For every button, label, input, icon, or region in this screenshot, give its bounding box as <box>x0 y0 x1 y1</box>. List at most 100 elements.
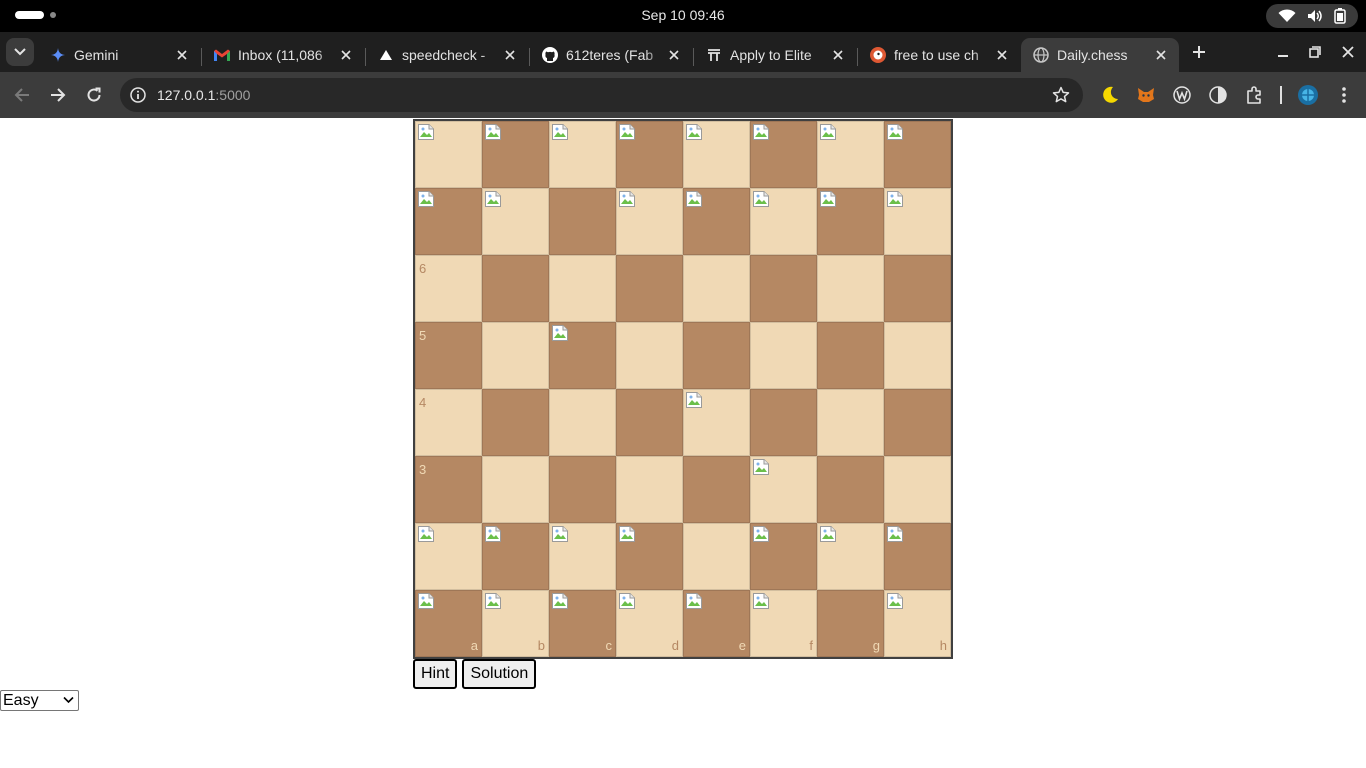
profile-avatar-icon[interactable] <box>1298 85 1318 105</box>
square-b6[interactable] <box>482 255 549 322</box>
metamask-extension-icon[interactable] <box>1136 85 1156 105</box>
square-c8[interactable] <box>549 121 616 188</box>
square-d3[interactable] <box>616 456 683 523</box>
site-info-icon[interactable] <box>128 85 148 105</box>
square-d7[interactable] <box>616 188 683 255</box>
broken-image-icon[interactable] <box>485 191 501 207</box>
broken-image-icon[interactable] <box>485 526 501 542</box>
minimize-button[interactable] <box>1273 42 1293 62</box>
wikiwand-extension-icon[interactable] <box>1172 85 1192 105</box>
square-b1[interactable]: b <box>482 590 549 657</box>
square-g6[interactable] <box>817 255 884 322</box>
square-c6[interactable] <box>549 255 616 322</box>
close-window-button[interactable] <box>1338 42 1358 62</box>
square-a7[interactable] <box>415 188 482 255</box>
broken-image-icon[interactable] <box>619 191 635 207</box>
broken-image-icon[interactable] <box>485 124 501 140</box>
broken-image-icon[interactable] <box>820 191 836 207</box>
broken-image-icon[interactable] <box>619 593 635 609</box>
square-c5[interactable] <box>549 322 616 389</box>
close-icon[interactable] <box>664 45 684 65</box>
square-f7[interactable] <box>750 188 817 255</box>
square-d5[interactable] <box>616 322 683 389</box>
square-b7[interactable] <box>482 188 549 255</box>
square-g7[interactable] <box>817 188 884 255</box>
broken-image-icon[interactable] <box>753 124 769 140</box>
square-h6[interactable] <box>884 255 951 322</box>
square-a4[interactable]: 4 <box>415 389 482 456</box>
solution-button[interactable]: Solution <box>462 659 537 689</box>
dark-mode-extension-icon[interactable] <box>1100 85 1120 105</box>
broken-image-icon[interactable] <box>552 124 568 140</box>
square-e6[interactable] <box>683 255 750 322</box>
broken-image-icon[interactable] <box>887 526 903 542</box>
broken-image-icon[interactable] <box>485 593 501 609</box>
close-icon[interactable] <box>172 45 192 65</box>
broken-image-icon[interactable] <box>753 526 769 542</box>
tab-elite[interactable]: Apply to Elite <box>694 38 856 72</box>
broken-image-icon[interactable] <box>552 526 568 542</box>
broken-image-icon[interactable] <box>887 593 903 609</box>
tab-search-button[interactable] <box>6 38 34 66</box>
square-g1[interactable]: g <box>817 590 884 657</box>
difficulty-select[interactable]: Easy <box>0 690 79 711</box>
square-c1[interactable]: c <box>549 590 616 657</box>
close-icon[interactable] <box>336 45 356 65</box>
square-b3[interactable] <box>482 456 549 523</box>
broken-image-icon[interactable] <box>686 124 702 140</box>
back-button[interactable] <box>10 83 34 107</box>
tab-gemini[interactable]: Gemini <box>38 38 200 72</box>
square-e8[interactable] <box>683 121 750 188</box>
hint-button[interactable]: Hint <box>413 659 458 689</box>
broken-image-icon[interactable] <box>418 526 434 542</box>
broken-image-icon[interactable] <box>686 593 702 609</box>
tab-github[interactable]: 612teres (Fab <box>530 38 692 72</box>
broken-image-icon[interactable] <box>686 191 702 207</box>
square-e1[interactable]: e <box>683 590 750 657</box>
broken-image-icon[interactable] <box>753 593 769 609</box>
tab-gmail[interactable]: Inbox (11,086 <box>202 38 364 72</box>
square-f1[interactable]: f <box>750 590 817 657</box>
broken-image-icon[interactable] <box>887 191 903 207</box>
square-f6[interactable] <box>750 255 817 322</box>
square-g4[interactable] <box>817 389 884 456</box>
square-h4[interactable] <box>884 389 951 456</box>
forward-button[interactable] <box>46 83 70 107</box>
square-f3[interactable] <box>750 456 817 523</box>
square-f5[interactable] <box>750 322 817 389</box>
broken-image-icon[interactable] <box>686 392 702 408</box>
address-url[interactable]: 127.0.0.1:5000 <box>157 87 250 103</box>
square-g3[interactable] <box>817 456 884 523</box>
chess-board[interactable]: 6 5 4 3 a b c d e f g h <box>413 119 953 659</box>
broken-image-icon[interactable] <box>820 526 836 542</box>
square-f8[interactable] <box>750 121 817 188</box>
square-e7[interactable] <box>683 188 750 255</box>
close-icon[interactable] <box>1151 45 1171 65</box>
broken-image-icon[interactable] <box>619 124 635 140</box>
square-f4[interactable] <box>750 389 817 456</box>
square-h1[interactable]: h <box>884 590 951 657</box>
privacy-extension-icon[interactable] <box>1208 85 1228 105</box>
tab-duckduckgo[interactable]: free to use ch <box>858 38 1020 72</box>
reload-button[interactable] <box>82 83 106 107</box>
broken-image-icon[interactable] <box>418 191 434 207</box>
square-g8[interactable] <box>817 121 884 188</box>
address-bar[interactable]: 127.0.0.1:5000 <box>120 78 1083 112</box>
square-b2[interactable] <box>482 523 549 590</box>
broken-image-icon[interactable] <box>418 593 434 609</box>
square-d8[interactable] <box>616 121 683 188</box>
square-b4[interactable] <box>482 389 549 456</box>
broken-image-icon[interactable] <box>619 526 635 542</box>
square-c3[interactable] <box>549 456 616 523</box>
square-e4[interactable] <box>683 389 750 456</box>
square-b5[interactable] <box>482 322 549 389</box>
system-clock[interactable]: Sep 10 09:46 <box>0 7 1366 23</box>
close-icon[interactable] <box>500 45 520 65</box>
square-d2[interactable] <box>616 523 683 590</box>
square-e5[interactable] <box>683 322 750 389</box>
extensions-puzzle-icon[interactable] <box>1244 85 1264 105</box>
broken-image-icon[interactable] <box>753 459 769 475</box>
broken-image-icon[interactable] <box>753 191 769 207</box>
square-g2[interactable] <box>817 523 884 590</box>
broken-image-icon[interactable] <box>820 124 836 140</box>
